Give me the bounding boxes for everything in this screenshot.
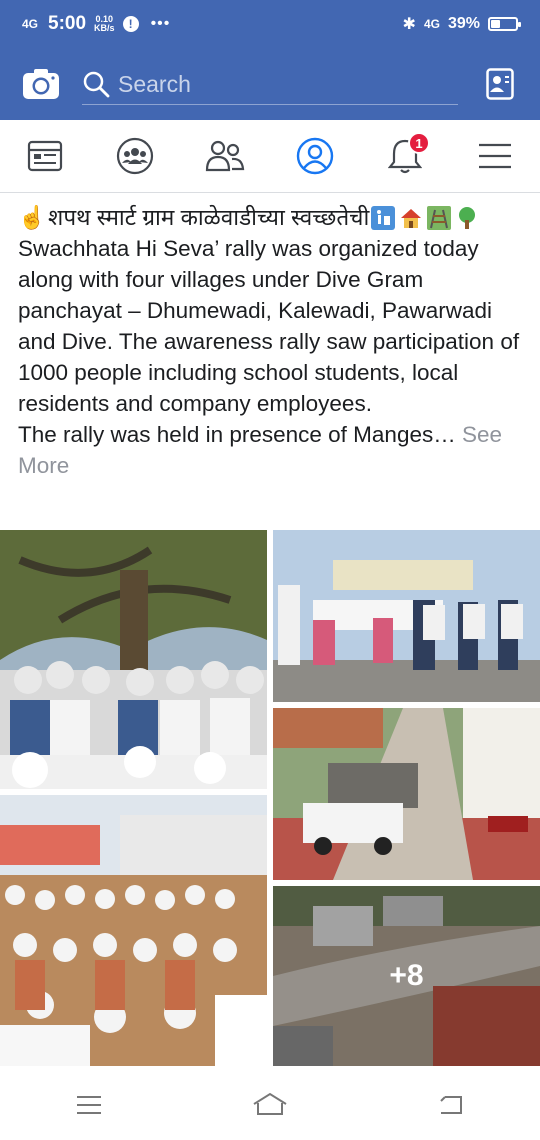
bluetooth-icon: ✱ [402, 16, 416, 33]
pointing-finger-icon: ☝ [18, 205, 47, 230]
photo-image [0, 530, 267, 789]
trash-bin-icon [371, 205, 396, 230]
groups-icon [116, 137, 154, 175]
photo-image [273, 708, 540, 880]
post-body: Swachhata Hi Seva’ rally was organized t… [18, 236, 520, 416]
tab-friends[interactable] [180, 120, 270, 192]
notification-badge: 1 [408, 132, 430, 154]
battery-icon [488, 17, 521, 31]
tab-menu[interactable] [450, 120, 540, 192]
clock: 5:00 [48, 13, 87, 34]
nav-tabs: 1 [0, 120, 540, 193]
more-photos-count: +8 [273, 886, 540, 1066]
recent-apps-icon[interactable] [75, 1094, 103, 1116]
hamburger-icon [479, 143, 511, 169]
messenger-icon[interactable] [486, 68, 514, 100]
back-icon[interactable] [437, 1093, 465, 1117]
tree-icon [459, 206, 476, 229]
alert-icon: ! [122, 16, 139, 32]
post-title-line: ☝ शपथ स्मार्ट ग्राम काळेवाडीच्या स्वच्छत… [18, 202, 526, 233]
search-box[interactable] [82, 64, 458, 105]
header-bar [0, 48, 540, 120]
tab-profile[interactable] [270, 120, 360, 192]
battery-percent: 39% [447, 15, 480, 32]
post-marathi-title: शपथ स्मार्ट ग्राम काळेवाडीच्या स्वच्छतेच… [48, 205, 370, 230]
photo-banner-group[interactable] [273, 530, 540, 702]
post-body-truncated: The rally was held in presence of Manges… [18, 422, 456, 447]
profile-icon [296, 137, 334, 175]
network-speed: 0.10 KB/s [94, 15, 115, 33]
photo-image [0, 795, 267, 1066]
railway-icon [427, 205, 452, 230]
status-bar: 4G 5:00 0.10 KB/s ! ••• ✱ 4G 39% [0, 0, 540, 48]
news-feed-icon [27, 140, 63, 172]
photo-students[interactable] [0, 795, 267, 1066]
home-icon[interactable] [252, 1092, 288, 1118]
tab-news-feed[interactable] [0, 120, 90, 192]
battery-fill [491, 20, 501, 28]
post-body-continued: The rally was held in presence of Manges… [18, 419, 526, 481]
photo-aerial-more[interactable]: +8 [273, 886, 540, 1066]
tab-groups[interactable] [90, 120, 180, 192]
photo-truck-rally[interactable] [273, 708, 540, 880]
photo-grid: +8 [0, 530, 540, 1066]
search-input[interactable] [110, 69, 420, 99]
tab-notifications[interactable]: 1 [360, 120, 450, 192]
system-nav-bar [0, 1070, 540, 1140]
more-notifications-icon: ••• [150, 15, 171, 32]
house-icon [401, 208, 422, 228]
search-icon [83, 71, 110, 98]
camera-icon[interactable] [22, 68, 60, 100]
signal-indicator: 4G [22, 17, 39, 31]
speed-unit: KB/s [94, 23, 115, 33]
post-text[interactable]: ☝ शपथ स्मार्ट ग्राम काळेवाडीच्या स्वच्छत… [18, 202, 526, 481]
photo-rally-crowd[interactable] [0, 530, 267, 789]
friends-icon [205, 140, 245, 172]
photo-image [273, 530, 540, 702]
network-type: 4G [423, 17, 440, 31]
